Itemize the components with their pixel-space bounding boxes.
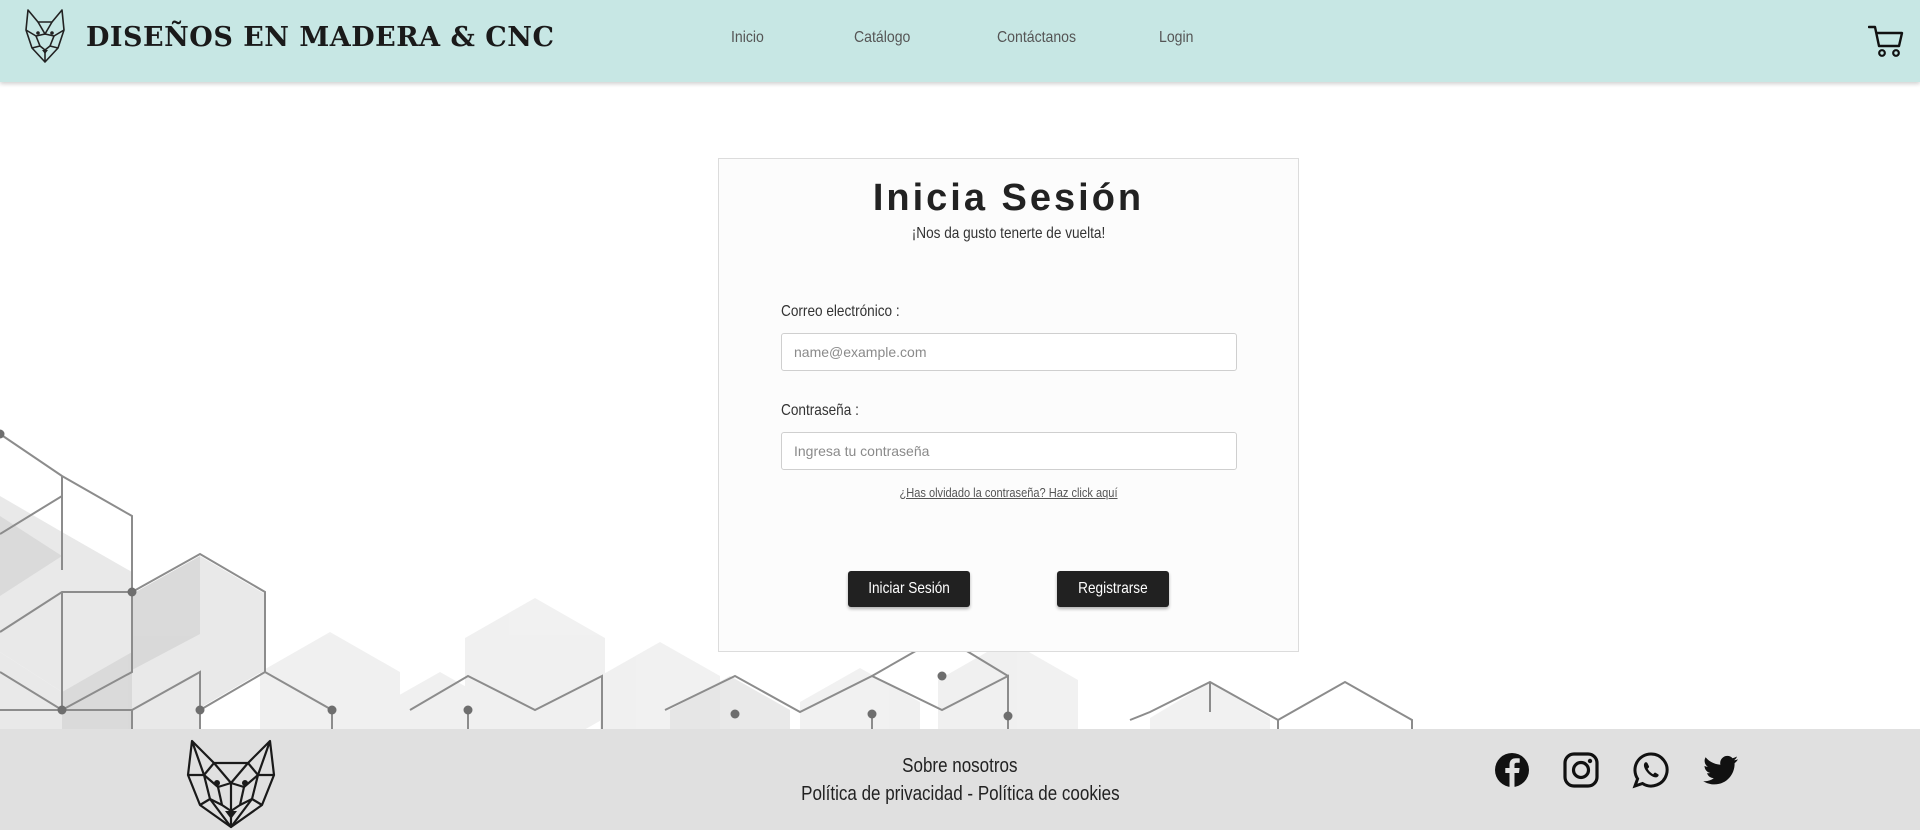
login-button[interactable]: Iniciar Sesión <box>848 571 970 607</box>
navbar: DISEÑOS EN MADERA & CNC Inicio Catálogo … <box>0 0 1920 82</box>
nav-link-inicio[interactable]: Inicio <box>731 29 764 47</box>
password-field[interactable] <box>781 432 1237 470</box>
nav-link-catalogo[interactable]: Catálogo <box>854 29 910 47</box>
wolf-icon <box>186 739 276 829</box>
nav-link-login[interactable]: Login <box>1159 29 1193 47</box>
twitter-icon[interactable] <box>1702 751 1740 789</box>
email-field[interactable] <box>781 333 1237 371</box>
login-card: Inicia Sesión ¡Nos da gusto tenerte de v… <box>718 158 1299 652</box>
nav-link-contactanos[interactable]: Contáctanos <box>997 29 1076 47</box>
brand-name[interactable]: DISEÑOS EN MADERA & CNC <box>86 22 554 53</box>
whatsapp-icon[interactable] <box>1632 751 1670 789</box>
register-button[interactable]: Registrarse <box>1057 571 1169 607</box>
footer: Sobre nosotros Política de privacidad - … <box>0 729 1920 830</box>
policy-separator: - <box>967 783 973 805</box>
register-button-label: Registrarse <box>1078 580 1148 597</box>
login-title: Inicia Sesión <box>872 177 1145 219</box>
cart-icon[interactable] <box>1868 24 1904 58</box>
login-subtitle: ¡Nos da gusto tenerte de vuelta! <box>911 225 1106 242</box>
password-label: Contraseña : <box>781 402 859 419</box>
instagram-icon[interactable] <box>1562 751 1600 789</box>
about-link[interactable]: Sobre nosotros <box>902 755 1017 778</box>
page: DISEÑOS EN MADERA & CNC Inicio Catálogo … <box>0 0 1920 830</box>
facebook-icon[interactable] <box>1493 751 1531 789</box>
login-button-label: Iniciar Sesión <box>868 580 950 597</box>
privacy-link[interactable]: Política de privacidad <box>801 783 963 805</box>
wolf-icon[interactable] <box>24 6 66 64</box>
forgot-password-link[interactable]: ¿Has olvidado la contraseña? Haz click a… <box>762 485 1254 500</box>
cookies-link[interactable]: Política de cookies <box>977 783 1119 805</box>
email-label: Correo electrónico : <box>781 303 900 320</box>
